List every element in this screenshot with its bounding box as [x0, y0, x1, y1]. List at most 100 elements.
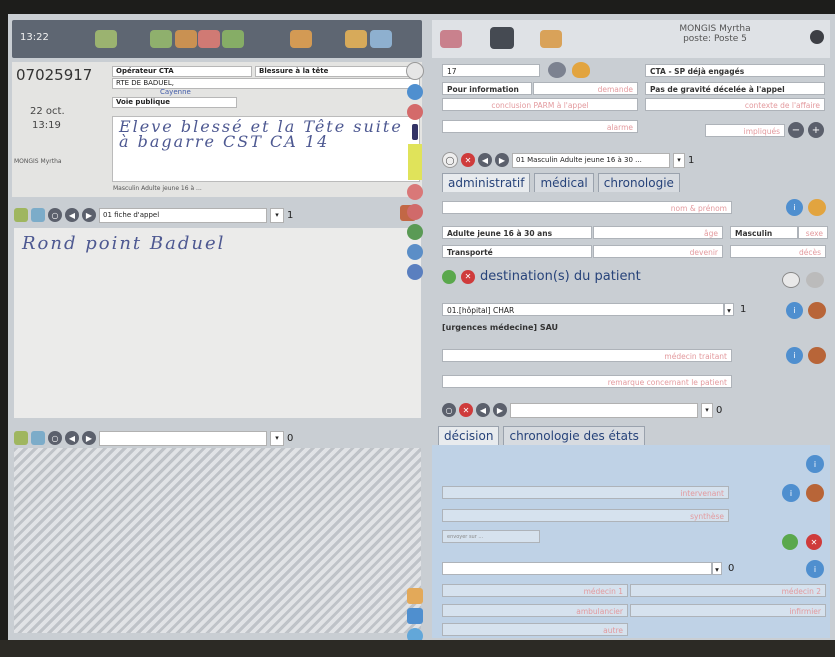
- next-icon[interactable]: ▶: [495, 153, 509, 167]
- involved-field[interactable]: impliqués: [705, 124, 785, 137]
- phone-out-icon[interactable]: [222, 30, 244, 48]
- operator-field[interactable]: Opérateur CTA: [112, 66, 252, 77]
- intervenant-field[interactable]: intervenant: [442, 486, 729, 499]
- info-icon[interactable]: i: [806, 455, 824, 473]
- pin-icon[interactable]: [808, 347, 826, 364]
- next-icon[interactable]: ▶: [82, 431, 96, 445]
- remarque-field[interactable]: remarque concernant le patient: [442, 375, 732, 388]
- ambulance-icon[interactable]: [175, 30, 197, 48]
- dropdown-icon[interactable]: ▾: [701, 402, 713, 418]
- count-field[interactable]: 17: [442, 64, 540, 77]
- street-field[interactable]: RTE DE BADUEL,: [112, 78, 420, 89]
- dropdown-icon[interactable]: ▾: [270, 207, 284, 223]
- delete-icon[interactable]: ✕: [461, 269, 475, 284]
- stack-icon[interactable]: [31, 208, 45, 222]
- forbidden-icon[interactable]: [407, 104, 423, 120]
- secondary-select[interactable]: [99, 430, 267, 446]
- recycle-icon[interactable]: [490, 27, 514, 49]
- spinner-icon[interactable]: [548, 62, 566, 78]
- medecin-traitant-field[interactable]: médecin traitant: [442, 349, 732, 362]
- phone-icon[interactable]: [150, 30, 172, 48]
- hospital-select[interactable]: 01.[hôpital] CHAR: [442, 303, 724, 316]
- name-field[interactable]: nom & prénom: [442, 201, 732, 214]
- delete-icon[interactable]: ✕: [459, 403, 473, 417]
- autre-field[interactable]: autre: [442, 623, 628, 636]
- bell-icon[interactable]: [572, 62, 590, 78]
- infirmier-field[interactable]: infirmier: [630, 604, 826, 617]
- prev-icon[interactable]: ◀: [65, 431, 79, 445]
- leaf-icon[interactable]: [782, 534, 798, 550]
- info-icon[interactable]: i: [806, 560, 824, 578]
- tab-chronologie-etats[interactable]: chronologie des états: [503, 426, 645, 445]
- conclusion-field[interactable]: conclusion PARM à l'appel: [442, 98, 638, 111]
- disabled-icon[interactable]: [806, 272, 824, 288]
- notes-area[interactable]: Rond point Baduel: [14, 228, 421, 418]
- demand-field[interactable]: demande: [533, 82, 638, 95]
- dropdown-icon[interactable]: ▾: [673, 152, 685, 168]
- info-icon[interactable]: i: [782, 484, 800, 502]
- info-icon[interactable]: i: [786, 199, 803, 216]
- prev-icon[interactable]: ◀: [476, 403, 490, 417]
- bell-icon[interactable]: [808, 199, 826, 216]
- next-icon[interactable]: ▶: [82, 208, 96, 222]
- devenir-field[interactable]: devenir: [593, 245, 723, 258]
- fiche-select[interactable]: 01 fiche d'appel: [99, 207, 267, 223]
- medecin1-field[interactable]: médecin 1: [442, 584, 628, 597]
- ambulancier-field[interactable]: ambulancier: [442, 604, 628, 617]
- dropdown-icon[interactable]: ▾: [270, 430, 284, 446]
- settings-icon[interactable]: [810, 30, 824, 44]
- tab-medical[interactable]: médical: [534, 173, 594, 192]
- synthese-field[interactable]: synthèse: [442, 509, 729, 522]
- sex-value[interactable]: Masculin: [730, 226, 798, 239]
- stack-icon[interactable]: [31, 431, 45, 445]
- transport-value[interactable]: Transporté: [442, 245, 592, 258]
- delete-icon[interactable]: ✕: [806, 534, 822, 550]
- disabled-icon[interactable]: ○: [48, 208, 62, 222]
- tab-administratif[interactable]: administratif: [442, 173, 531, 192]
- alert-icon[interactable]: [198, 30, 220, 48]
- pin-icon[interactable]: [407, 204, 423, 220]
- age-value[interactable]: Adulte jeune 16 à 30 ans: [442, 226, 592, 239]
- bottom-select[interactable]: [442, 562, 712, 575]
- call-notes-box[interactable]: Eleve blessé et la Tête suite à bagarre …: [112, 116, 420, 182]
- prev-icon[interactable]: ◀: [65, 208, 79, 222]
- users-icon[interactable]: [95, 30, 117, 48]
- minus-icon[interactable]: −: [788, 122, 804, 138]
- patient-select[interactable]: 01 Masculin Adulte jeune 16 à 30 ...: [512, 152, 670, 168]
- clock-icon[interactable]: [407, 244, 423, 260]
- pin-icon[interactable]: [808, 302, 826, 319]
- cta-status-field[interactable]: CTA - SP déjà engagés: [645, 64, 825, 77]
- motive-field[interactable]: Blessure à la tête: [255, 66, 420, 77]
- stethoscope-icon[interactable]: ◯: [442, 152, 458, 168]
- deces-field[interactable]: décès: [730, 245, 826, 258]
- road-type-field[interactable]: Voie publique: [112, 97, 237, 108]
- tab-decision[interactable]: décision: [438, 426, 500, 445]
- printer-icon[interactable]: [782, 272, 800, 288]
- vehicle-search-icon[interactable]: [345, 30, 367, 48]
- dropdown-icon[interactable]: ▾: [712, 562, 722, 575]
- plus-icon[interactable]: +: [808, 122, 824, 138]
- edit-icon[interactable]: [14, 431, 28, 445]
- delete-icon[interactable]: ✕: [461, 153, 475, 167]
- age-field[interactable]: âge: [593, 226, 723, 239]
- context-field[interactable]: contexte de l'affaire: [645, 98, 825, 111]
- decision-select[interactable]: [510, 402, 698, 418]
- disabled-icon[interactable]: ○: [442, 403, 456, 417]
- edit-icon[interactable]: [14, 208, 28, 222]
- info-field[interactable]: Pour information: [442, 82, 532, 95]
- info-icon[interactable]: i: [786, 347, 803, 364]
- dropdown-icon[interactable]: ▾: [724, 303, 734, 316]
- tools-icon[interactable]: [407, 264, 423, 280]
- medecin2-field[interactable]: médecin 2: [630, 584, 826, 597]
- glasses-icon[interactable]: [370, 30, 392, 48]
- vehicle-icon[interactable]: [290, 30, 312, 48]
- gravity-field[interactable]: Pas de gravité décelée à l'appel: [645, 82, 825, 95]
- pin-icon[interactable]: [806, 484, 824, 502]
- alarm-field[interactable]: alarme: [442, 120, 638, 133]
- mail-icon[interactable]: [407, 588, 423, 604]
- stethoscope-icon[interactable]: [407, 608, 423, 624]
- bag-icon[interactable]: [407, 224, 423, 240]
- send-field[interactable]: envoyer sur ...: [442, 530, 540, 543]
- disabled-icon[interactable]: ○: [48, 431, 62, 445]
- leaf-icon[interactable]: [442, 269, 456, 284]
